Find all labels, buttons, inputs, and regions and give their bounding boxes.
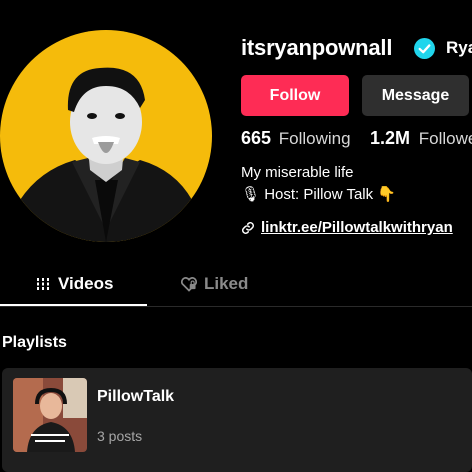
followers-label: Followe — [418, 129, 472, 148]
playlist-item[interactable]: PillowTalk 3 posts — [2, 368, 472, 472]
profile-avatar[interactable] — [0, 30, 212, 242]
pointing-down-emoji-icon: 👇 — [377, 186, 397, 203]
profile-username: itsryanpownall — [241, 35, 393, 60]
microphone-icon: 🎙 — [241, 186, 261, 203]
followers-count: 1.2M — [370, 128, 411, 148]
tab-videos[interactable]: Videos — [36, 274, 113, 294]
message-button[interactable]: Message — [362, 75, 469, 116]
bio-link-row: linktr.ee/Pillowtalkwithryan — [241, 219, 453, 236]
bio-line-2-text: Host: Pillow Talk — [264, 186, 374, 203]
avatar-photo — [10, 67, 205, 242]
tab-liked[interactable]: Liked — [180, 274, 248, 294]
heart-lock-icon — [180, 277, 198, 292]
playlists-heading: Playlists — [2, 334, 67, 351]
following-count: 665 — [241, 128, 272, 148]
playlist-post-count: 3 posts — [97, 428, 143, 444]
following-stat[interactable]: 665 Following — [241, 128, 351, 149]
grid-icon — [36, 278, 50, 290]
playlist-name: PillowTalk — [97, 388, 175, 405]
tabs-divider — [0, 306, 472, 307]
bio-line-1: My miserable life — [241, 164, 354, 181]
bio-link[interactable]: linktr.ee/Pillowtalkwithryan — [261, 219, 453, 236]
tab-videos-label: Videos — [58, 274, 114, 293]
following-label: Following — [278, 129, 351, 148]
followers-stat[interactable]: 1.2M Followe — [370, 128, 472, 149]
profile-nickname: Rya — [446, 38, 472, 57]
playlist-thumbnail — [13, 378, 87, 452]
tab-liked-label: Liked — [204, 274, 249, 293]
link-icon — [242, 221, 254, 234]
follow-button[interactable]: Follow — [241, 75, 349, 116]
verified-badge-icon — [414, 38, 435, 59]
bio-line-2: 🎙 Host: Pillow Talk 👇 — [241, 185, 396, 203]
